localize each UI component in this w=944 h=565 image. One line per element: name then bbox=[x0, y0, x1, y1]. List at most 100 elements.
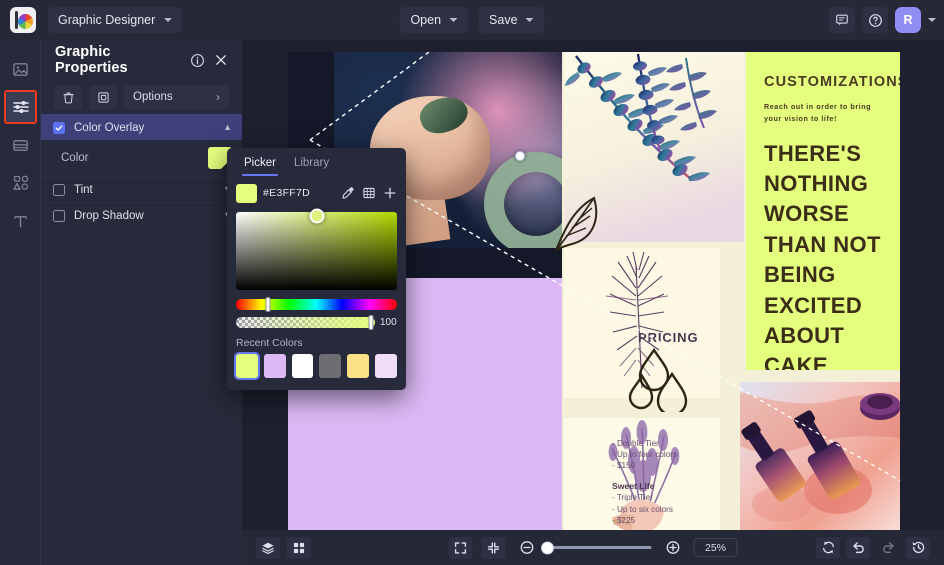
sidebar-item-properties[interactable] bbox=[0, 88, 41, 126]
alpha-slider-knob[interactable] bbox=[368, 315, 374, 330]
tab-picker[interactable]: Picker bbox=[242, 148, 278, 178]
tint-checkbox[interactable] bbox=[53, 183, 65, 196]
close-icon bbox=[216, 55, 226, 65]
recent-color-swatch-0[interactable] bbox=[234, 352, 260, 380]
zoom-out-button[interactable] bbox=[515, 537, 539, 559]
property-row-tint[interactable]: Tint ▼ bbox=[41, 176, 242, 202]
avatar[interactable]: R bbox=[895, 7, 921, 33]
zoom-in-button[interactable] bbox=[661, 537, 685, 559]
color-overlay-checkbox[interactable] bbox=[53, 121, 65, 134]
picker-current-swatch[interactable] bbox=[236, 183, 257, 203]
chevron-down-icon bbox=[164, 18, 173, 22]
info-button[interactable] bbox=[190, 53, 205, 68]
poster-neon-panel[interactable]: CUSTOMIZATIONS Reach out in order to bri… bbox=[746, 52, 900, 370]
sidebar-item-layout[interactable] bbox=[0, 126, 41, 164]
left-tool-rail bbox=[0, 40, 41, 565]
recent-color-swatch-1[interactable] bbox=[263, 354, 286, 378]
recent-color-swatch-2[interactable] bbox=[291, 354, 314, 378]
alpha-value[interactable]: 100 bbox=[380, 317, 397, 328]
top-bar: Graphic Designer Open Save R bbox=[0, 0, 944, 40]
chevron-right-icon: › bbox=[216, 90, 220, 104]
alpha-row: 100 bbox=[236, 315, 397, 330]
pricing-spacer bbox=[612, 472, 740, 481]
recent-color-swatch-5[interactable] bbox=[375, 354, 397, 378]
hex-input[interactable]: #E3FF7D bbox=[263, 187, 310, 199]
recent-color-swatch-4[interactable] bbox=[347, 354, 370, 378]
help-circle-icon bbox=[868, 13, 882, 27]
zoom-level-input[interactable]: 25% bbox=[693, 538, 738, 557]
history-icon bbox=[912, 541, 924, 554]
selection-handle-top-left[interactable] bbox=[515, 151, 525, 161]
grid-icon[interactable] bbox=[362, 186, 376, 200]
open-button[interactable]: Open bbox=[399, 7, 469, 33]
poster-subheading: Reach out in order to bring your vision t… bbox=[764, 101, 886, 125]
zoom-slider-knob[interactable] bbox=[541, 541, 554, 554]
property-label: Drop Shadow bbox=[74, 209, 144, 222]
chevron-down-icon[interactable] bbox=[928, 18, 936, 22]
fit-to-screen-icon bbox=[454, 541, 467, 554]
hue-slider[interactable] bbox=[236, 297, 397, 312]
recent-colors-list bbox=[234, 352, 397, 380]
zoom-controls: 25% bbox=[448, 536, 738, 559]
color-sub-row: Color bbox=[41, 140, 242, 176]
refresh-button[interactable] bbox=[816, 536, 840, 559]
options-button[interactable]: Options › bbox=[124, 84, 229, 110]
save-label: Save bbox=[489, 13, 518, 27]
poster-subheading-line: Reach out in order to bring bbox=[764, 102, 872, 111]
plus-icon[interactable] bbox=[383, 186, 397, 200]
top-right-actions: R bbox=[829, 7, 936, 33]
sidebar-item-image[interactable] bbox=[0, 50, 41, 88]
zoom-to-fit-button[interactable] bbox=[481, 536, 506, 559]
eyedropper-icon[interactable] bbox=[341, 186, 355, 200]
comment-button[interactable] bbox=[829, 7, 855, 33]
color-picker-popup[interactable]: Picker Library #E3FF7D 100 Recent Colors bbox=[227, 148, 406, 390]
pricing-title: PRICING bbox=[638, 330, 699, 345]
property-row-color-overlay[interactable]: Color Overlay ▲ bbox=[41, 114, 242, 140]
redo-button[interactable] bbox=[876, 537, 900, 559]
fit-to-screen-button[interactable] bbox=[448, 536, 473, 559]
save-button[interactable]: Save bbox=[478, 7, 545, 33]
bottom-left-group bbox=[256, 536, 311, 559]
tab-library[interactable]: Library bbox=[294, 148, 329, 178]
document-title-dropdown[interactable]: Graphic Designer bbox=[48, 7, 183, 33]
zoom-slider[interactable] bbox=[541, 541, 652, 554]
bottles-art bbox=[740, 382, 900, 530]
info-circle-icon bbox=[191, 53, 204, 67]
sidebar-item-text[interactable] bbox=[0, 202, 41, 240]
help-button[interactable] bbox=[862, 7, 888, 33]
pricing-line: - Triple Tier bbox=[612, 493, 653, 503]
layers-button[interactable] bbox=[256, 536, 280, 559]
chevron-down-icon bbox=[525, 18, 534, 22]
drop-shadow-checkbox[interactable] bbox=[53, 209, 65, 222]
picker-icon-group bbox=[341, 186, 397, 200]
zoom-out-icon bbox=[520, 541, 533, 554]
undo-button[interactable] bbox=[846, 536, 870, 559]
close-button[interactable] bbox=[214, 53, 228, 67]
graphic-properties-panel: Graphic Properties Options › Color Overl… bbox=[41, 40, 242, 565]
leaf-line-art[interactable] bbox=[550, 192, 608, 254]
grid-view-button[interactable] bbox=[287, 536, 311, 559]
pricing-line: - Up to six colors bbox=[612, 504, 673, 514]
history-button[interactable] bbox=[906, 536, 930, 559]
property-row-drop-shadow[interactable]: Drop Shadow ▼ bbox=[41, 202, 242, 228]
panel-header: Graphic Properties bbox=[41, 40, 242, 80]
color-wheel-logo[interactable] bbox=[10, 7, 36, 33]
droplets-line-art[interactable] bbox=[628, 346, 690, 412]
hue-slider-knob[interactable] bbox=[265, 297, 271, 312]
sidebar-item-shapes[interactable] bbox=[0, 164, 41, 202]
saturation-value-knob[interactable] bbox=[309, 208, 325, 224]
check-icon bbox=[55, 124, 63, 131]
delete-button[interactable] bbox=[54, 84, 82, 110]
photo-bottles[interactable] bbox=[740, 382, 900, 530]
pricing-line: - Double Tier bbox=[612, 439, 659, 448]
top-center-actions: Open Save bbox=[399, 7, 545, 33]
panel-toolbar: Options › bbox=[41, 80, 242, 114]
duplicate-button[interactable] bbox=[89, 84, 117, 110]
chevron-up-icon[interactable]: ▲ bbox=[223, 123, 232, 132]
alpha-slider[interactable] bbox=[236, 315, 375, 330]
undo-icon bbox=[852, 542, 864, 554]
recent-color-swatch-3[interactable] bbox=[319, 354, 342, 378]
pricing-list: - Double Tier - Up to four colors - $150 Sw… bbox=[612, 438, 740, 526]
saturation-value-field[interactable] bbox=[236, 208, 397, 290]
document-title: Graphic Designer bbox=[58, 13, 156, 27]
